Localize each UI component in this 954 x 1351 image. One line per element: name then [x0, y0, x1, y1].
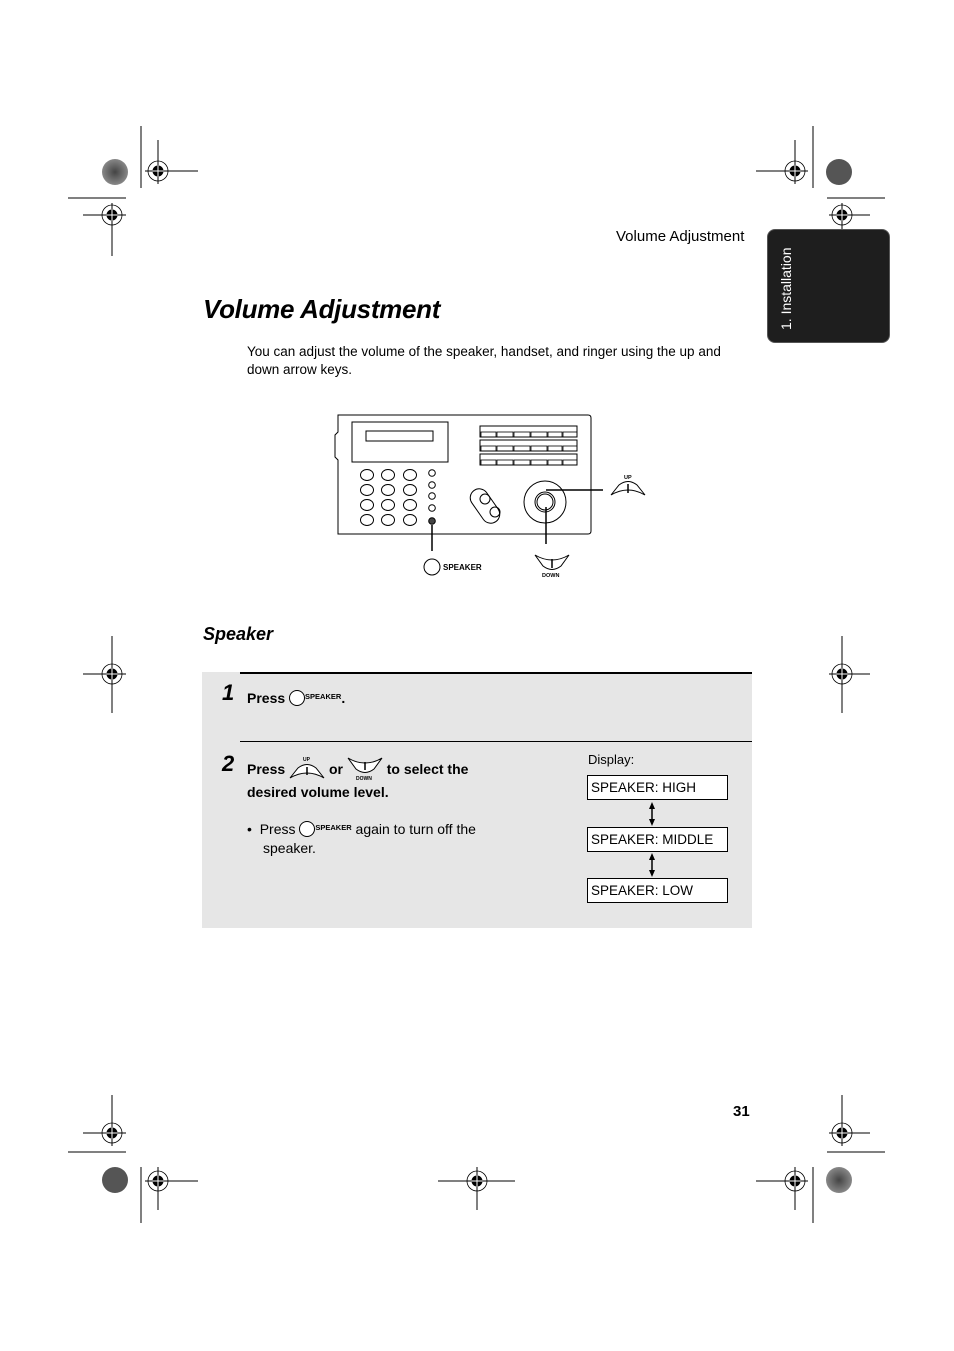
step-2-bullet: • Press SPEAKER again to turn off the sp…: [247, 818, 547, 858]
chapter-tab: 1. Installation: [767, 229, 890, 343]
speaker-key: [428, 517, 436, 525]
bullet-press: Press: [259, 821, 296, 837]
down-callout-label: DOWN: [542, 573, 559, 579]
up-key-icon: UP: [289, 756, 325, 780]
step-2-number: 2: [222, 751, 235, 776]
up-callout-label: UP: [624, 475, 632, 481]
section-title: Speaker: [203, 624, 274, 644]
lcd-window: [365, 430, 434, 442]
start-stop-keys: [469, 488, 501, 524]
display-label: Display:: [588, 752, 635, 767]
step-2-text-line2: desired volume level.: [247, 784, 389, 800]
step-1-suffix: .: [341, 690, 346, 706]
step-1-number: 1: [222, 680, 235, 705]
function-keys: [428, 469, 436, 525]
bullet-text-after: again to turn off the: [355, 821, 476, 837]
down-key-label: DOWN: [356, 776, 372, 782]
step-2-text-after: to select the: [386, 761, 469, 777]
bullet-dot: •: [247, 821, 256, 837]
step-1-divider: [240, 672, 752, 674]
control-panel-diagram: SPEAKER UP DOWN: [334, 414, 646, 579]
step-2-press: Press: [247, 761, 286, 777]
display-state-middle: SPEAKER: MIDDLE: [587, 827, 728, 852]
page-title: Volume Adjustment: [203, 294, 441, 324]
one-touch-keys: [479, 425, 578, 466]
speaker-callout-label: SPEAKER: [443, 563, 482, 572]
speaker-key-label: SPEAKER: [305, 692, 342, 701]
bullet-text-line2: speaker.: [263, 840, 316, 856]
navigation-dial: [523, 480, 567, 524]
step-2-divider: [240, 741, 752, 742]
speaker-key-icon: [299, 821, 316, 837]
display-state-low: SPEAKER: LOW: [587, 878, 728, 903]
running-header: Volume Adjustment: [616, 228, 745, 245]
speaker-key-callout-icon: [423, 558, 441, 576]
down-key-icon: DOWN: [347, 756, 383, 782]
speaker-key-icon: [289, 690, 306, 706]
chapter-tab-label: 1. Installation: [778, 247, 794, 331]
speaker-key-label: SPEAKER: [315, 823, 352, 832]
step-1-instruction: Press SPEAKER.: [247, 685, 345, 710]
double-arrow-icon: [649, 802, 655, 826]
double-arrow-icon: [649, 853, 655, 877]
step-2-instruction: Press UP or DOWN to select the desired v…: [247, 756, 547, 804]
steps-panel: 1 Press SPEAKER. 2 Press UP or DOWN to s…: [202, 672, 752, 928]
page-number: 31: [733, 1103, 750, 1120]
numeric-keypad: [360, 469, 417, 526]
step-1-press: Press: [247, 690, 286, 706]
intro-paragraph: You can adjust the volume of the speaker…: [247, 344, 721, 377]
display-state-high: SPEAKER: HIGH: [587, 775, 728, 800]
step-2-or: or: [328, 761, 343, 777]
up-key-label: UP: [303, 757, 311, 763]
lcd-frame: [351, 421, 449, 463]
